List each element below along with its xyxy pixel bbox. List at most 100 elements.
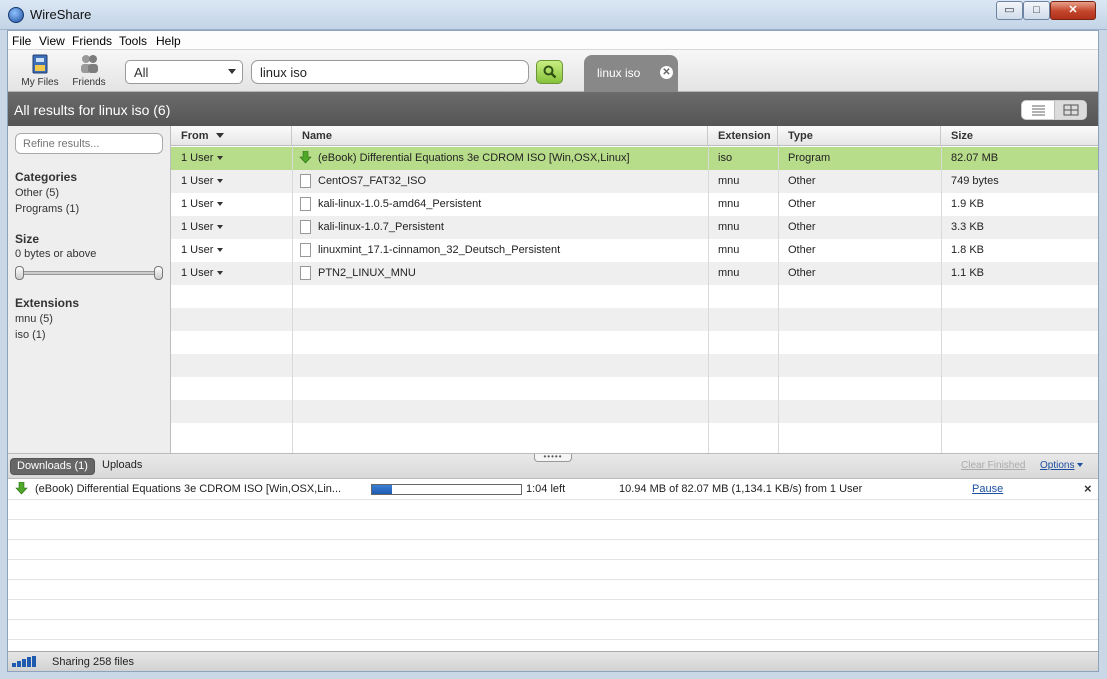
extension-filter-iso[interactable]: iso (1) — [15, 329, 46, 341]
file-icon — [300, 174, 311, 188]
cell-name: kali-linux-1.0.7_Persistent — [292, 216, 708, 239]
row-divider — [8, 639, 1098, 640]
search-input[interactable] — [251, 60, 529, 84]
cell-from[interactable]: 1 User — [171, 147, 292, 170]
column-size[interactable]: Size — [941, 126, 1098, 146]
chevron-down-icon — [1077, 463, 1084, 467]
chevron-down-icon — [217, 271, 224, 275]
file-icon — [300, 243, 311, 257]
file-name: kali-linux-1.0.7_Persistent — [318, 221, 444, 233]
list-view-button[interactable] — [1022, 101, 1055, 119]
tab-uploads[interactable]: Uploads — [96, 458, 148, 475]
close-window-button[interactable]: ✕ — [1050, 1, 1096, 20]
cell-size: 1.8 KB — [951, 244, 985, 256]
empty-row — [171, 285, 1098, 308]
row-divider — [8, 519, 1098, 520]
maximize-button[interactable]: □ — [1023, 1, 1050, 20]
download-item[interactable]: (eBook) Differential Equations 3e CDROM … — [8, 479, 1098, 499]
search-category-select[interactable]: All — [125, 60, 243, 84]
results-header: All results for linux iso (6) — [8, 92, 1098, 126]
chevron-down-icon — [228, 69, 236, 74]
cell-from[interactable]: 1 User — [171, 262, 292, 285]
cell-extension: mnu — [718, 221, 740, 233]
remove-download-button[interactable]: × — [1084, 481, 1092, 496]
table-row[interactable]: 1 User PTN2_LINUX_MNU mnu Other 1.1 KB — [171, 262, 1098, 285]
options-menu[interactable]: Options — [1040, 460, 1084, 471]
file-icon — [300, 197, 311, 211]
cell-extension: iso — [718, 152, 733, 164]
size-slider-min-handle[interactable] — [15, 266, 24, 280]
cell-size: 1.9 KB — [951, 198, 985, 210]
table-row[interactable]: 1 User kali-linux-1.0.5-amd64_Persistent m… — [171, 193, 1098, 216]
cell-type: Other — [788, 267, 816, 279]
category-filter-other[interactable]: Other (5) — [15, 187, 59, 199]
menu-view[interactable]: View — [39, 34, 65, 48]
empty-row — [171, 308, 1098, 331]
refine-results-input[interactable] — [15, 133, 163, 154]
search-tab-label: linux iso — [597, 66, 641, 80]
download-stats: 10.94 MB of 82.07 MB (1,134.1 KB/s) from… — [619, 483, 863, 495]
toolbar: My Files Friends All linux iso ✕ — [8, 50, 1098, 93]
cell-extension: mnu — [718, 267, 740, 279]
size-slider-max-handle[interactable] — [154, 266, 163, 280]
cell-from[interactable]: 1 User — [171, 216, 292, 239]
download-arrow-icon — [15, 482, 28, 495]
cell-from[interactable]: 1 User — [171, 239, 292, 262]
column-from[interactable]: From — [171, 126, 292, 146]
download-time-left: 1:04 left — [526, 483, 566, 495]
pause-download-link[interactable]: Pause — [972, 483, 1003, 495]
search-tab[interactable]: linux iso ✕ — [584, 55, 678, 93]
column-name[interactable]: Name — [292, 126, 708, 146]
resize-handle[interactable]: ••••• — [534, 453, 572, 462]
table-row[interactable]: 1 User (eBook) Differential Equations 3e … — [171, 147, 1098, 170]
options-label: Options — [1040, 460, 1075, 471]
table-row[interactable]: 1 User CentOS7_FAT32_ISO mnu Other 749 bytes — [171, 170, 1098, 193]
from-value: 1 User — [181, 152, 214, 164]
column-type[interactable]: Type — [778, 126, 941, 146]
menu-file[interactable]: File — [12, 34, 31, 48]
menu-tools[interactable]: Tools — [119, 34, 147, 48]
empty-row — [171, 423, 1098, 446]
my-files-icon — [32, 54, 48, 74]
table-header: From Name Extension Type Size — [171, 126, 1098, 146]
file-name: PTN2_LINUX_MNU — [318, 267, 416, 279]
menu-friends[interactable]: Friends — [72, 34, 112, 48]
cell-name: PTN2_LINUX_MNU — [292, 262, 708, 285]
table-view-button[interactable] — [1055, 101, 1086, 119]
table-row[interactable]: 1 User kali-linux-1.0.7_Persistent mnu Othe… — [171, 216, 1098, 239]
sharing-status: Sharing 258 files — [52, 656, 134, 668]
cell-from[interactable]: 1 User — [171, 170, 292, 193]
search-button[interactable] — [536, 60, 563, 84]
clear-finished-link[interactable]: Clear Finished — [961, 460, 1025, 471]
cell-from[interactable]: 1 User — [171, 193, 292, 216]
category-filter-programs[interactable]: Programs (1) — [15, 203, 79, 215]
column-extension[interactable]: Extension — [708, 126, 778, 146]
minimize-button[interactable]: ▭ — [996, 1, 1023, 20]
cell-extension: mnu — [718, 244, 740, 256]
filter-sidebar: Categories Other (5) Programs (1) Size 0… — [8, 126, 171, 453]
connection-strength-icon[interactable] — [12, 656, 38, 667]
file-name: kali-linux-1.0.5-amd64_Persistent — [318, 198, 482, 210]
title-bar: WireShare ▭ □ ✕ — [0, 0, 1107, 30]
status-bar: Sharing 258 files — [8, 651, 1098, 671]
sort-desc-icon — [215, 133, 224, 138]
results-table: From Name Extension Type Size 1 User (eBo… — [171, 126, 1098, 453]
cell-size: 749 bytes — [951, 175, 999, 187]
friends-button[interactable]: Friends — [63, 52, 115, 92]
close-tab-icon[interactable]: ✕ — [660, 66, 673, 79]
cell-name: linuxmint_17.1-cinnamon_32_Deutsch_Persi… — [292, 239, 708, 262]
table-row[interactable]: 1 User linuxmint_17.1-cinnamon_32_Deutsch… — [171, 239, 1098, 262]
cell-type: Other — [788, 198, 816, 210]
extension-filter-mnu[interactable]: mnu (5) — [15, 313, 53, 325]
empty-row — [171, 331, 1098, 354]
my-files-button[interactable]: My Files — [14, 52, 66, 92]
column-from-label: From — [181, 130, 209, 142]
menu-help[interactable]: Help — [156, 34, 181, 48]
size-slider-track[interactable] — [18, 271, 158, 275]
my-files-label: My Files — [21, 77, 59, 88]
chevron-down-icon — [217, 156, 224, 160]
tab-downloads[interactable]: Downloads (1) — [10, 458, 95, 475]
row-divider — [8, 579, 1098, 580]
file-name: (eBook) Differential Equations 3e CDROM … — [318, 152, 630, 164]
list-view-icon — [1032, 105, 1045, 116]
